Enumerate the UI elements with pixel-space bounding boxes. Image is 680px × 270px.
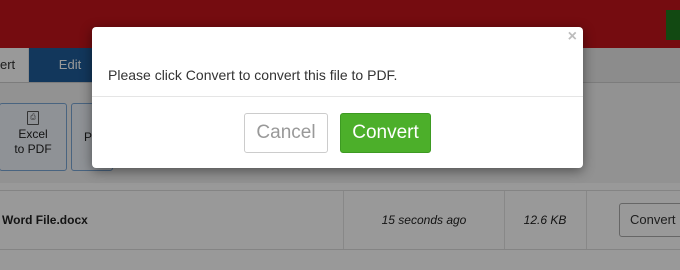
dialog-message: Please click Convert to convert this fil… (108, 67, 398, 83)
convert-button[interactable]: Convert (340, 113, 431, 153)
cancel-button[interactable]: Cancel (244, 113, 328, 153)
convert-dialog: × Please click Convert to convert this f… (92, 27, 583, 168)
close-icon[interactable]: × (568, 28, 577, 46)
dialog-divider (92, 96, 583, 97)
